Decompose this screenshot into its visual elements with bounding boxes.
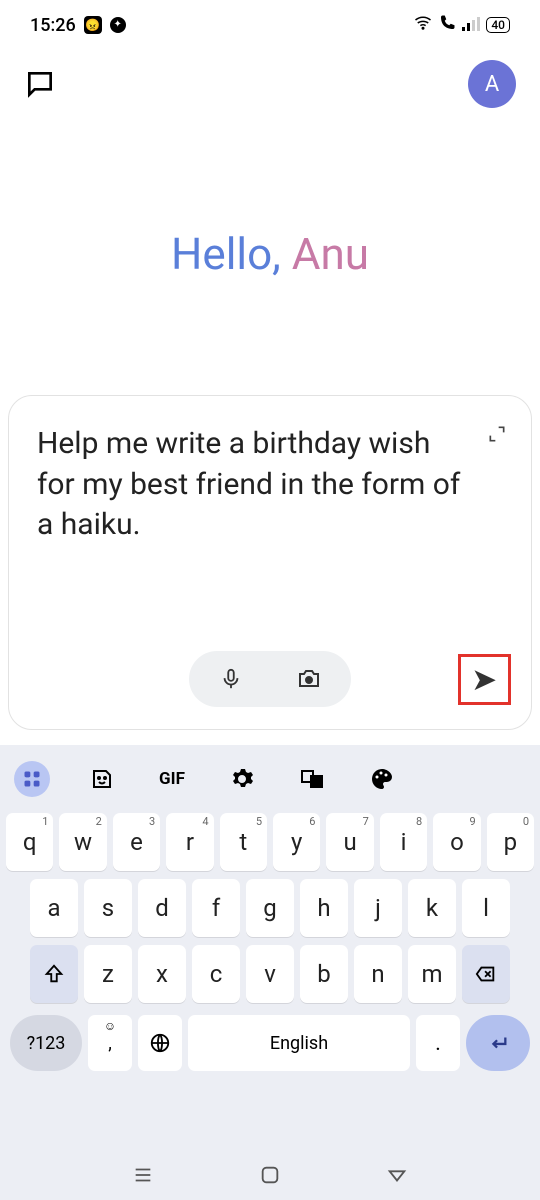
- avatar[interactable]: A: [468, 60, 516, 108]
- key-period[interactable]: .: [416, 1015, 460, 1071]
- key-l[interactable]: l: [462, 879, 510, 937]
- kb-tool-palette-icon[interactable]: [364, 761, 400, 797]
- chat-icon[interactable]: [24, 68, 56, 100]
- greeting-text: Hello, Anu: [0, 228, 540, 280]
- kb-tool-apps-icon[interactable]: [14, 761, 50, 797]
- input-pill: [189, 651, 351, 707]
- key-f[interactable]: f: [192, 879, 240, 937]
- app-notif-icon-2: [110, 17, 126, 33]
- key-shift[interactable]: [30, 945, 78, 1003]
- key-u[interactable]: u7: [326, 813, 373, 871]
- key-t[interactable]: t5: [220, 813, 267, 871]
- greeting-name: Anu: [292, 228, 369, 280]
- prompt-input[interactable]: Help me write a birthday wish for my bes…: [37, 424, 503, 546]
- key-i[interactable]: i8: [380, 813, 427, 871]
- top-bar: A: [0, 50, 540, 118]
- key-symbols[interactable]: ?123: [10, 1015, 82, 1071]
- key-enter[interactable]: [466, 1015, 530, 1071]
- greeting-hello: Hello,: [171, 228, 292, 280]
- wifi-icon: [414, 14, 432, 36]
- status-bar: 15:26 😠 40: [0, 0, 540, 50]
- keyboard-row-3: z x c v b n m: [0, 941, 540, 1007]
- key-w[interactable]: w2: [59, 813, 106, 871]
- nav-bar: [0, 1154, 540, 1196]
- key-v[interactable]: v: [246, 945, 294, 1003]
- key-g[interactable]: g: [246, 879, 294, 937]
- nav-recent-icon[interactable]: [132, 1164, 154, 1186]
- key-r[interactable]: r4: [166, 813, 213, 871]
- key-a[interactable]: a: [30, 879, 78, 937]
- keyboard-row-1: q1 w2 e3 r4 t5 y6 u7 i8 o9 p0: [0, 809, 540, 875]
- key-b[interactable]: b: [300, 945, 348, 1003]
- battery-indicator: 40: [486, 17, 510, 33]
- key-k[interactable]: k: [408, 879, 456, 937]
- expand-icon[interactable]: [487, 424, 507, 444]
- keyboard: GIF q1 w2 e3 r4 t5 y6 u7 i8 o9 p0 a s d …: [0, 745, 540, 1200]
- call-icon: [438, 14, 456, 36]
- send-icon[interactable]: ➤: [473, 663, 496, 696]
- key-o[interactable]: o9: [433, 813, 480, 871]
- avatar-initial: A: [485, 72, 499, 97]
- key-y[interactable]: y6: [273, 813, 320, 871]
- key-n[interactable]: n: [354, 945, 402, 1003]
- prompt-card: Help me write a birthday wish for my bes…: [8, 395, 532, 730]
- nav-home-icon[interactable]: [259, 1164, 281, 1186]
- status-time: 15:26: [30, 15, 76, 36]
- kb-tool-settings-icon[interactable]: [224, 761, 260, 797]
- keyboard-row-2: a s d f g h j k l: [0, 875, 540, 941]
- send-button-highlight: ➤: [458, 654, 511, 705]
- key-m[interactable]: m: [408, 945, 456, 1003]
- kb-tool-translate-icon[interactable]: [294, 761, 330, 797]
- key-z[interactable]: z: [84, 945, 132, 1003]
- keyboard-toolbar: GIF: [0, 757, 540, 809]
- key-s[interactable]: s: [84, 879, 132, 937]
- nav-back-icon[interactable]: [386, 1164, 408, 1186]
- key-globe-icon[interactable]: [138, 1015, 182, 1071]
- app-notif-icon: 😠: [84, 16, 102, 34]
- key-j[interactable]: j: [354, 879, 402, 937]
- signal-icon: [462, 16, 480, 35]
- kb-tool-gif[interactable]: GIF: [154, 761, 190, 797]
- key-c[interactable]: c: [192, 945, 240, 1003]
- key-comma[interactable]: ☺,: [88, 1015, 132, 1071]
- key-x[interactable]: x: [138, 945, 186, 1003]
- key-h[interactable]: h: [300, 879, 348, 937]
- kb-tool-sticker-icon[interactable]: [84, 761, 120, 797]
- key-space[interactable]: English: [188, 1015, 410, 1071]
- mic-icon[interactable]: [217, 665, 245, 693]
- key-d[interactable]: d: [138, 879, 186, 937]
- key-e[interactable]: e3: [113, 813, 160, 871]
- key-q[interactable]: q1: [6, 813, 53, 871]
- key-p[interactable]: p0: [487, 813, 534, 871]
- camera-icon[interactable]: [295, 665, 323, 693]
- key-backspace[interactable]: [462, 945, 510, 1003]
- keyboard-row-4: ?123 ☺, English .: [0, 1007, 540, 1075]
